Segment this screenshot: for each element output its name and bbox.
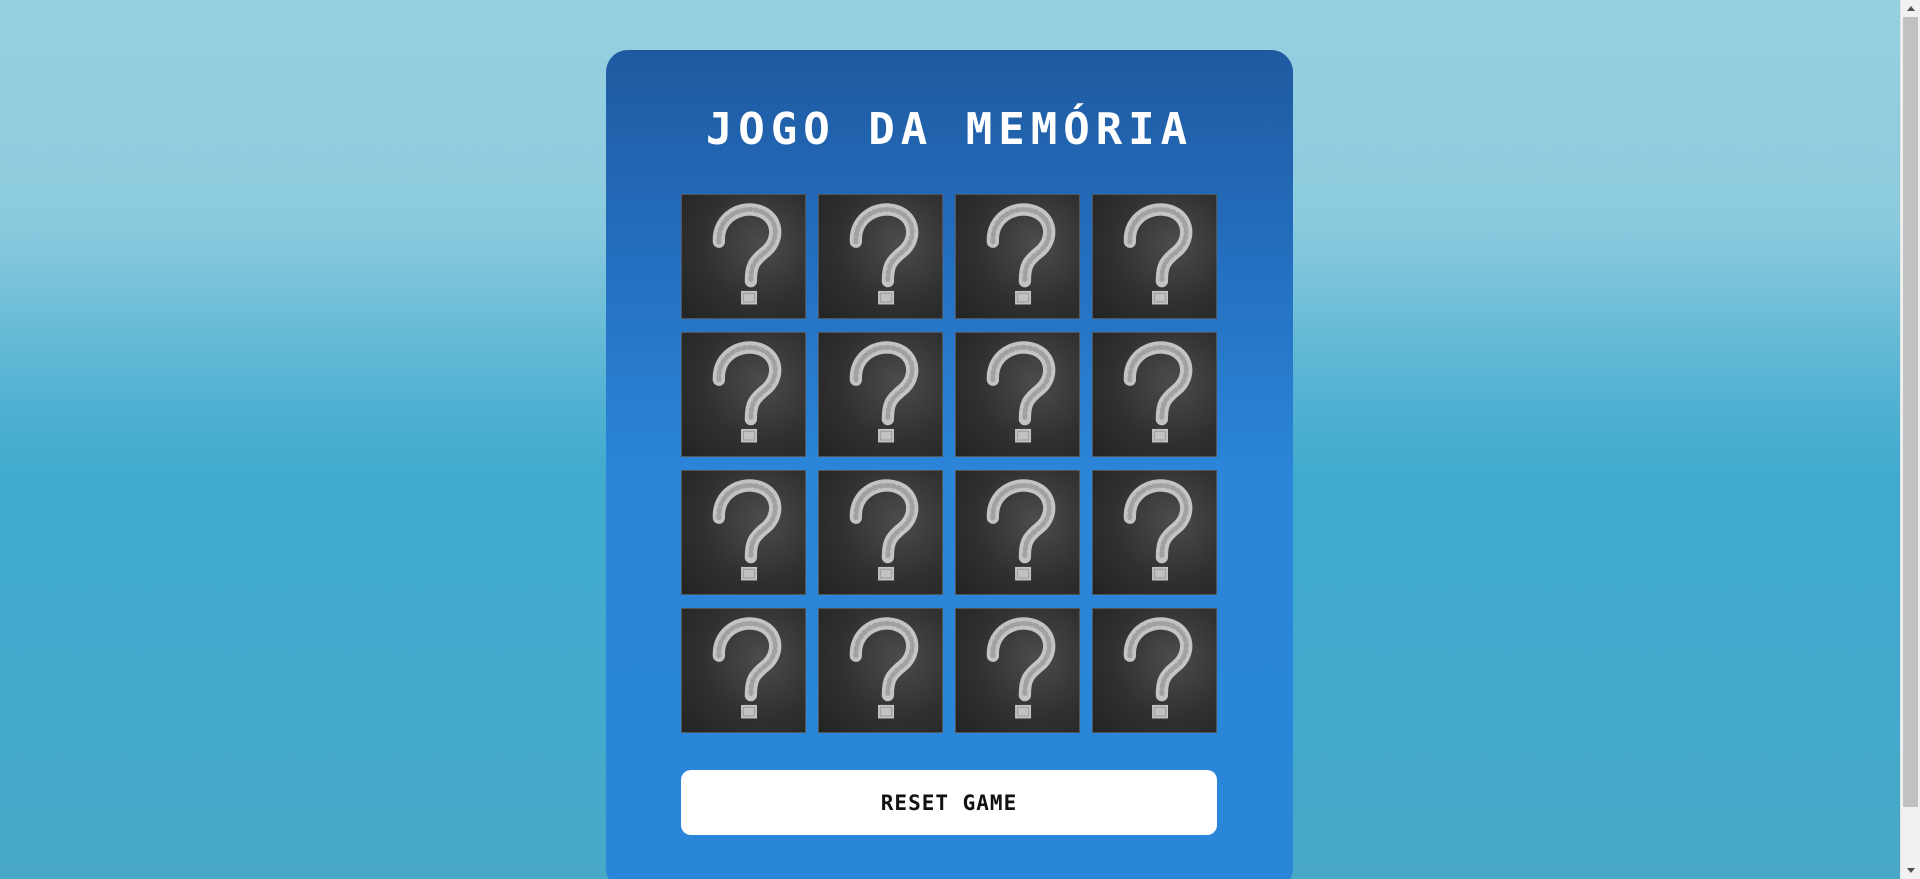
scrollbar-thumb[interactable] xyxy=(1903,17,1918,807)
memory-card[interactable] xyxy=(955,608,1080,733)
chalk-question-mark-icon xyxy=(986,617,1056,719)
memory-card[interactable] xyxy=(1092,194,1217,319)
memory-card[interactable] xyxy=(681,608,806,733)
memory-card[interactable] xyxy=(818,608,943,733)
memory-card[interactable] xyxy=(955,332,1080,457)
chalk-question-mark-icon xyxy=(712,341,782,443)
vertical-scrollbar[interactable] xyxy=(1900,0,1920,879)
memory-card[interactable] xyxy=(1092,470,1217,595)
chalk-question-mark-icon xyxy=(712,203,782,305)
chalk-question-mark-icon xyxy=(986,479,1056,581)
chalk-question-mark-icon xyxy=(712,617,782,719)
scroll-down-arrow-icon[interactable] xyxy=(1901,862,1920,879)
memory-card[interactable] xyxy=(818,194,943,319)
chalk-question-mark-icon xyxy=(1123,203,1193,305)
chalk-question-mark-icon xyxy=(1123,341,1193,443)
memory-game-panel: JOGO DA MEMÓRIA RESET GAME xyxy=(606,50,1293,879)
chalk-question-mark-icon xyxy=(712,479,782,581)
game-title: JOGO DA MEMÓRIA xyxy=(705,104,1194,155)
memory-card[interactable] xyxy=(818,332,943,457)
card-grid xyxy=(681,194,1217,733)
memory-card[interactable] xyxy=(1092,608,1217,733)
chalk-question-mark-icon xyxy=(849,203,919,305)
chalk-question-mark-icon xyxy=(1123,479,1193,581)
memory-card[interactable] xyxy=(955,194,1080,319)
memory-card[interactable] xyxy=(818,470,943,595)
chalk-question-mark-icon xyxy=(986,203,1056,305)
memory-card[interactable] xyxy=(681,332,806,457)
memory-card[interactable] xyxy=(955,470,1080,595)
chalk-question-mark-icon xyxy=(849,479,919,581)
chalk-question-mark-icon xyxy=(1123,617,1193,719)
scroll-up-arrow-icon[interactable] xyxy=(1901,0,1920,17)
memory-card[interactable] xyxy=(681,194,806,319)
memory-card[interactable] xyxy=(681,470,806,595)
chalk-question-mark-icon xyxy=(849,617,919,719)
memory-card[interactable] xyxy=(1092,332,1217,457)
chalk-question-mark-icon xyxy=(986,341,1056,443)
chalk-question-mark-icon xyxy=(849,341,919,443)
reset-game-button[interactable]: RESET GAME xyxy=(681,770,1217,835)
